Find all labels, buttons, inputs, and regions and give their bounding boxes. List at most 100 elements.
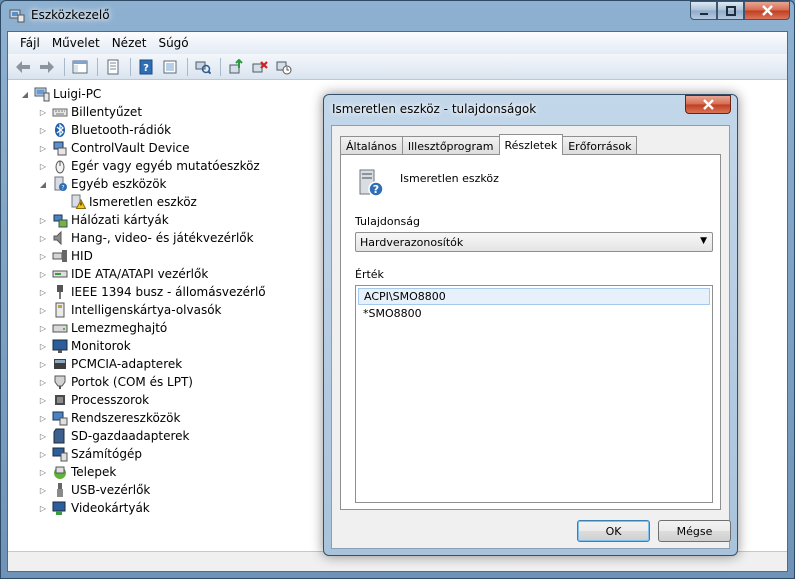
property-selected-value: Hardverazonosítók [360,235,464,249]
expand-arrow-icon[interactable]: ◢ [20,89,30,99]
tree-category-label: Hang-, video- és játékvezérlők [71,231,254,245]
tree-category-label: Monitorok [71,339,131,353]
tree-category-label: Hálózati kártyák [71,213,169,227]
expand-arrow-icon[interactable]: ▷ [38,269,48,279]
expand-arrow-icon[interactable]: ▷ [38,125,48,135]
minimize-icon [699,12,708,15]
disable-device-icon [276,61,292,74]
smartcard-icon [55,302,65,318]
expand-arrow-icon[interactable]: ▷ [38,107,48,117]
expand-arrow-icon[interactable]: ▷ [38,467,48,477]
plug-icon [57,285,63,299]
svg-text:?: ? [373,183,379,196]
expand-arrow-icon[interactable]: ▷ [38,449,48,459]
tree-category-label: Intelligenskártya-olvasók [71,303,222,317]
dialog-body: Általános Illesztőprogram Részletek Erőf… [331,125,731,549]
tree-category-label: Bluetooth-rádiók [71,123,172,137]
mouse-icon [55,160,65,174]
properties-button[interactable] [102,56,124,78]
toolbar-separator [97,57,98,76]
tree-category-label: Processzorok [71,393,150,407]
dialog-title: Ismeretlen eszköz - tulajdonságok [332,102,537,116]
tree-category-label: SD-gazdaadapterek [71,429,190,443]
expand-arrow-icon[interactable]: ▷ [38,143,48,153]
toolbar: ? [8,54,787,80]
help-icon: ? [139,59,153,74]
expand-arrow-icon[interactable]: ▷ [38,233,48,243]
uninstall-button[interactable] [249,56,271,78]
tree-category-label: Egér vagy egyéb mutatóeszköz [71,159,260,173]
close-button[interactable] [744,1,790,20]
expand-arrow-icon[interactable]: ▷ [38,395,48,405]
tab-driver[interactable]: Illesztőprogram [401,136,500,155]
maximize-button[interactable] [717,1,744,20]
scan-hardware-icon [195,61,211,74]
tree-category-label: PCMCIA-adapterek [71,357,183,371]
property-label: Tulajdonság [355,215,421,228]
ok-button[interactable]: OK [577,520,650,542]
tab-resources[interactable]: Erőforrások [562,136,638,155]
expand-arrow-icon[interactable]: ▷ [38,323,48,333]
expand-arrow-icon[interactable]: ▷ [38,341,48,351]
value-list[interactable]: ACPI\SMO8800 *SMO8800 [355,285,713,503]
show-hide-tree-button[interactable] [69,56,91,78]
title-bar[interactable]: Eszközkezelő [1,1,794,31]
update-driver-button[interactable] [225,56,247,78]
expand-arrow-icon[interactable]: ▷ [38,251,48,261]
dialog-close-button[interactable] [685,95,731,114]
bluetooth-icon [55,123,65,137]
menu-help[interactable]: Súgó [152,34,194,52]
expand-arrow-icon[interactable]: ▷ [38,413,48,423]
tab-general[interactable]: Általános [340,136,403,155]
menu-view[interactable]: Nézet [106,34,153,52]
property-dropdown[interactable]: Hardverazonosítók ▼ [355,232,713,252]
expand-arrow-icon[interactable]: ▷ [38,305,48,315]
value-item[interactable]: *SMO8800 [358,305,710,322]
disable-button[interactable] [273,56,295,78]
network-icon [53,214,68,228]
back-button[interactable] [12,56,34,78]
tree-category-label: Videokártyák [71,501,150,515]
value-item[interactable]: ACPI\SMO8800 [358,288,710,305]
view-button[interactable] [159,56,181,78]
toolbar-separator [130,57,131,76]
maximize-icon [725,5,736,16]
tab-details[interactable]: Részletek [498,134,564,155]
expand-arrow-icon[interactable]: ▷ [38,287,48,297]
tree-category-label: Egyéb eszközök [71,177,167,191]
details-panel: ? Ismeretlen eszköz Tulajdonság Hardvera… [340,154,721,510]
unknown-device-icon: ? [359,169,384,197]
help-button[interactable]: ? [135,56,157,78]
expand-arrow-icon[interactable]: ▷ [38,377,48,387]
tree-category-label: Számítógép [71,447,142,461]
menu-action[interactable]: Művelet [46,34,106,52]
expand-arrow-icon[interactable]: ▷ [38,431,48,441]
properties-dialog: Ismeretlen eszköz - tulajdonságok Általá… [323,94,738,556]
tree-category-label: Lemezmeghajtó [71,321,168,335]
forward-button[interactable] [36,56,58,78]
expand-arrow-icon[interactable]: ▷ [38,215,48,225]
expand-arrow-icon[interactable]: ▷ [38,485,48,495]
back-arrow-icon [16,60,30,73]
update-driver-icon [229,58,243,73]
tree-category-label: Billentyűzet [71,105,143,119]
expand-arrow-icon[interactable]: ▷ [38,161,48,171]
tree-root-label: Luigi-PC [53,87,102,101]
toolbar-separator [64,57,65,76]
collapse-arrow-icon[interactable]: ◢ [38,179,48,189]
expand-arrow-icon[interactable]: ▷ [38,503,48,513]
expand-arrow-icon[interactable]: ▷ [38,359,48,369]
usb-icon [57,483,63,497]
port-icon [54,375,66,389]
cancel-button[interactable]: Mégse [658,520,731,542]
value-label: Érték [355,268,384,281]
scan-hardware-button[interactable] [192,56,214,78]
close-icon [761,5,773,16]
cpu-icon [55,395,65,405]
svg-text:?: ? [143,63,149,74]
minimize-button[interactable] [690,1,717,20]
uninstall-icon [252,60,268,72]
battery-icon [54,466,66,479]
menu-file[interactable]: Fájl [14,34,46,52]
toolbar-separator [220,57,221,76]
